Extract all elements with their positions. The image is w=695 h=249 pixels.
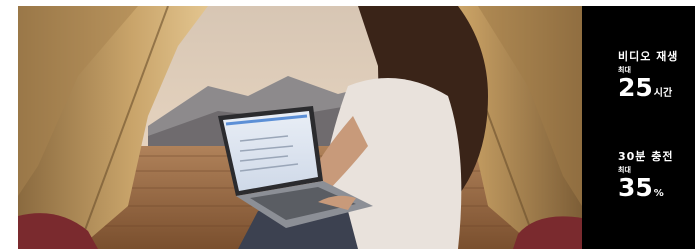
stat-label: 30분 충전 bbox=[618, 150, 674, 163]
video-playback-stat: 비디오 재생 최대 25시간 bbox=[618, 50, 678, 107]
stat-number: 35 bbox=[618, 173, 653, 202]
battery-specs-panel: 비디오 재생 최대 25시간 30분 충전 최대 35% bbox=[582, 6, 695, 249]
stat-label: 비디오 재생 bbox=[618, 50, 679, 63]
stat-number: 25 bbox=[618, 73, 653, 102]
stat-value: 25시간 bbox=[618, 75, 678, 107]
woman-using-laptop-in-tent-image bbox=[18, 6, 582, 249]
stat-value: 35% bbox=[618, 175, 674, 207]
fast-charge-stat: 30분 충전 최대 35% bbox=[618, 150, 674, 207]
promo-banner: 비디오 재생 최대 25시간 30분 충전 최대 35% bbox=[0, 0, 695, 249]
stat-unit: % bbox=[653, 188, 664, 199]
hero-photo bbox=[18, 6, 582, 249]
stat-unit: 시간 bbox=[653, 88, 673, 99]
